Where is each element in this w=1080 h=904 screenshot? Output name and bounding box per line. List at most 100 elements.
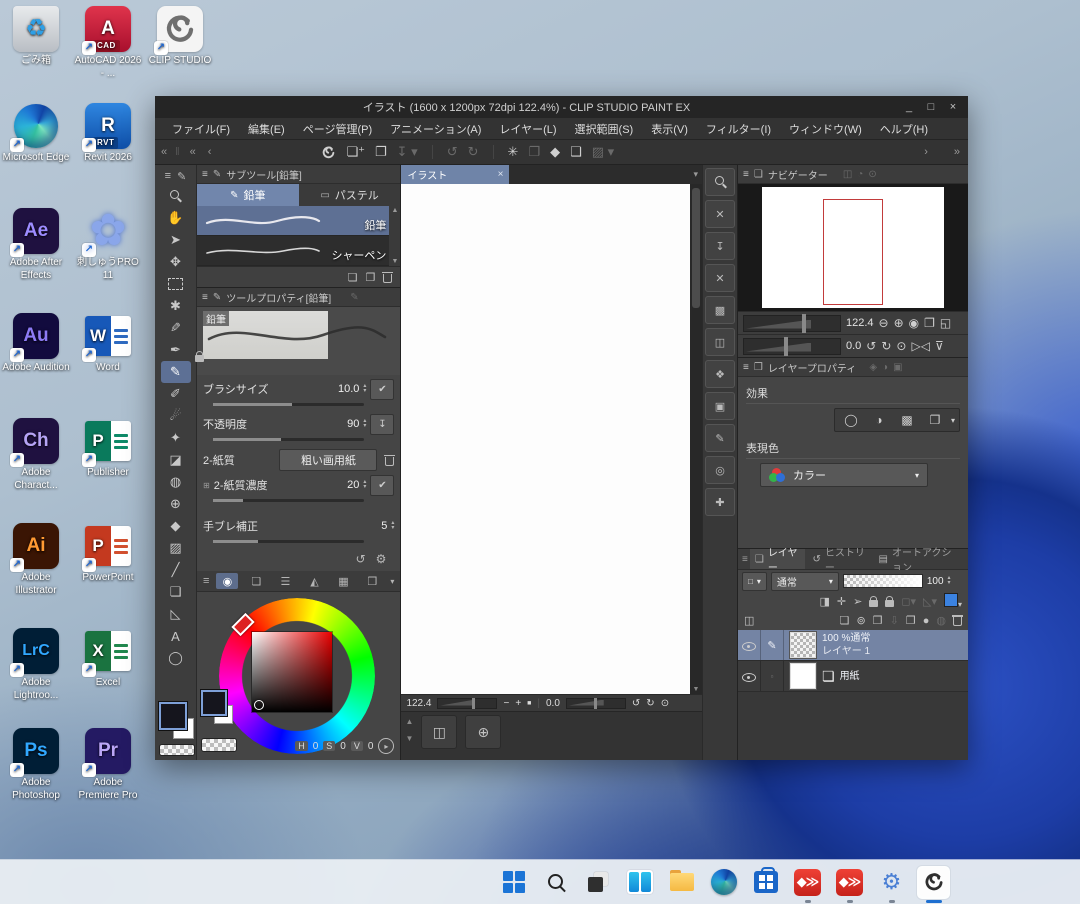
desktop-icon-illustrator[interactable]: Ai ↗ Adobe Illustrator [0, 523, 72, 597]
paper-density-slider[interactable] [213, 499, 364, 502]
desktop-icon-audition[interactable]: Au ↗ Adobe Audition [0, 313, 72, 375]
transfer-to-lower-button[interactable]: ⇩ [890, 614, 899, 627]
panel-menu-icon[interactable]: ≡ [202, 169, 208, 180]
tab-color-set[interactable]: ❏ [245, 573, 267, 589]
lock-transparent-pixels-icon[interactable] [885, 600, 894, 607]
reset-rotation-icon[interactable]: ⊙ [896, 339, 906, 353]
pencil-tool[interactable]: ✎ [161, 361, 191, 383]
figure-tool[interactable]: ╱ [161, 559, 191, 581]
create-mask-button[interactable]: ● [923, 615, 930, 627]
layer-name[interactable]: レイヤー 1 [822, 645, 870, 658]
flip-vertical-icon[interactable]: ⊽ [935, 339, 944, 353]
canvas-zoom-slider[interactable] [437, 698, 497, 709]
auto-select-tool[interactable]: ✱ [161, 295, 191, 317]
fit-to-screen-icon[interactable]: ❐ [924, 316, 935, 330]
navigator-rotate-slider[interactable] [743, 338, 841, 355]
dock-arrow-right-icon[interactable]: › [924, 146, 928, 158]
file-explorer-button[interactable] [665, 866, 698, 899]
opacity-slider[interactable] [213, 438, 364, 441]
panel-menu-icon[interactable]: ≡ [743, 169, 749, 180]
color-wheel-area[interactable]: H 0 S 0 V 0 ▸ [197, 592, 400, 760]
settings-button[interactable]: ⚙ [875, 866, 908, 899]
detail-settings-icon[interactable]: ⚙ [376, 552, 387, 566]
ruler-range-icon[interactable]: ◺▾ [923, 595, 937, 608]
tab-animation-icon[interactable]: ◈ [869, 362, 877, 373]
canvas[interactable] [401, 184, 690, 694]
tab-information-icon[interactable]: ⊙ [868, 169, 876, 180]
paper-thumbnail[interactable] [790, 663, 816, 689]
tab-color-slider[interactable]: ☰ [274, 573, 296, 589]
paper-density-source-button[interactable]: ✔ [370, 475, 394, 496]
title-bar[interactable]: イラスト (1600 x 1200px 72dpi 122.4%) - CLIP… [155, 96, 968, 118]
layer-opacity-slider[interactable] [843, 574, 923, 588]
desktop-icon-publisher[interactable]: P ↗ Publisher [72, 418, 144, 480]
desktop-icon-recycle-bin[interactable]: ♻ ごみ箱 [0, 6, 72, 68]
expand-icon[interactable]: ⊞ [203, 481, 210, 490]
add-subtool-button[interactable]: ❏ [348, 271, 358, 284]
panel-menu-icon[interactable]: ≡ [165, 170, 171, 182]
dock-collapse-icon-2[interactable]: « [190, 146, 196, 158]
desktop-icon-premiere[interactable]: Pr ↗ Adobe Premiere Pro [72, 728, 144, 802]
stepper-icon[interactable]: ▴▾ [363, 384, 366, 394]
zoom-100-icon[interactable]: ◉ [909, 316, 919, 330]
apply-mask-button[interactable]: ◍ [936, 614, 946, 627]
edge-button[interactable] [707, 866, 740, 899]
transparent-color-swatch[interactable] [159, 744, 195, 756]
stabilization-slider[interactable] [213, 540, 364, 543]
flip-horizontal-icon[interactable]: ▷◁ [911, 339, 929, 353]
layer-opacity-value[interactable]: 100 [927, 576, 944, 587]
subtool-item-pencil[interactable]: 鉛筆 [197, 206, 400, 236]
tab-history[interactable]: ↺ ヒストリー [807, 549, 871, 569]
blend-tool[interactable]: ◍ [161, 471, 191, 493]
tab-subview-icon[interactable]: ◫ [843, 169, 852, 180]
border-effect-button[interactable]: ◯ [839, 411, 863, 429]
liquify-tool[interactable]: ⊕ [161, 493, 191, 515]
maximize-button[interactable]: □ [920, 101, 942, 113]
canvas-rotate-value[interactable]: 0.0 [546, 698, 560, 709]
halftone-effect-button[interactable]: ▩ [895, 411, 919, 429]
panel-menu-icon[interactable]: ≡ [202, 292, 208, 303]
paper-density-value[interactable]: 20 [347, 479, 359, 491]
desktop-icon-excel[interactable]: X ↗ Excel [72, 628, 144, 690]
task-view-button[interactable] [623, 866, 656, 899]
visibility-eye-icon[interactable] [742, 670, 756, 683]
canvas-vertical-scrollbar[interactable]: ▼ [690, 184, 702, 694]
sv-selector-dot[interactable] [254, 700, 264, 710]
canvas-zoom-value[interactable]: 122.4 [406, 698, 431, 709]
reset-settings-icon[interactable]: ↺ [356, 552, 366, 566]
start-button[interactable] [497, 866, 530, 899]
ruler-tool[interactable]: ◺ [161, 603, 191, 625]
panel-color-swatches[interactable] [201, 690, 241, 734]
visibility-eye-icon[interactable] [742, 639, 756, 652]
secondary-tab-icon[interactable]: ✎ [350, 292, 358, 303]
tab-frame-icon[interactable]: ▣ [893, 362, 902, 373]
save-button[interactable]: ↧ ▾ [397, 144, 418, 160]
reference-layer-icon[interactable]: ➢ [853, 595, 862, 608]
dock-image-material-button[interactable]: ▣ [705, 392, 735, 420]
stacked-windows-app-button[interactable] [581, 866, 614, 899]
close-button[interactable]: × [942, 101, 964, 113]
menu-layer[interactable]: レイヤー(L) [490, 121, 565, 137]
rotate-left-icon[interactable]: ↺ [866, 339, 876, 353]
eyedropper-tool[interactable]: ✎ [161, 317, 191, 339]
close-icon[interactable]: × [498, 169, 504, 180]
minimize-button[interactable]: _ [898, 101, 920, 113]
operation-tool[interactable]: ➤ [161, 229, 191, 251]
stabilization-value[interactable]: 5 [381, 520, 387, 532]
navigator-zoom-slider[interactable] [743, 315, 841, 332]
main-color-swatch[interactable] [201, 690, 227, 716]
subtool-item-mechanical-pencil[interactable]: シャーペン [197, 236, 400, 266]
navigator-zoom-value[interactable]: 122.4 [846, 317, 874, 329]
opacity-source-button[interactable]: ↧ [370, 414, 394, 435]
snap-button[interactable]: ▨ ▾ [592, 144, 614, 160]
brush-size-source-button[interactable]: ✔ [370, 379, 394, 400]
dock-close-palette-button-2[interactable]: ✕ [705, 264, 735, 292]
menu-selection[interactable]: 選択範囲(S) [566, 121, 643, 137]
scrollbar-thumb[interactable] [692, 188, 700, 308]
collapse-down-icon[interactable]: ▼ [405, 734, 413, 743]
crop-button[interactable]: ❑ [570, 144, 582, 160]
zoom-in-icon[interactable]: + [515, 698, 521, 709]
layer-color-effect-button[interactable]: ❐ [923, 411, 947, 429]
rotate-left-icon[interactable]: ↺ [632, 698, 640, 709]
desktop-icon-character-animator[interactable]: Ch ↗ Adobe Charact... [0, 418, 72, 492]
